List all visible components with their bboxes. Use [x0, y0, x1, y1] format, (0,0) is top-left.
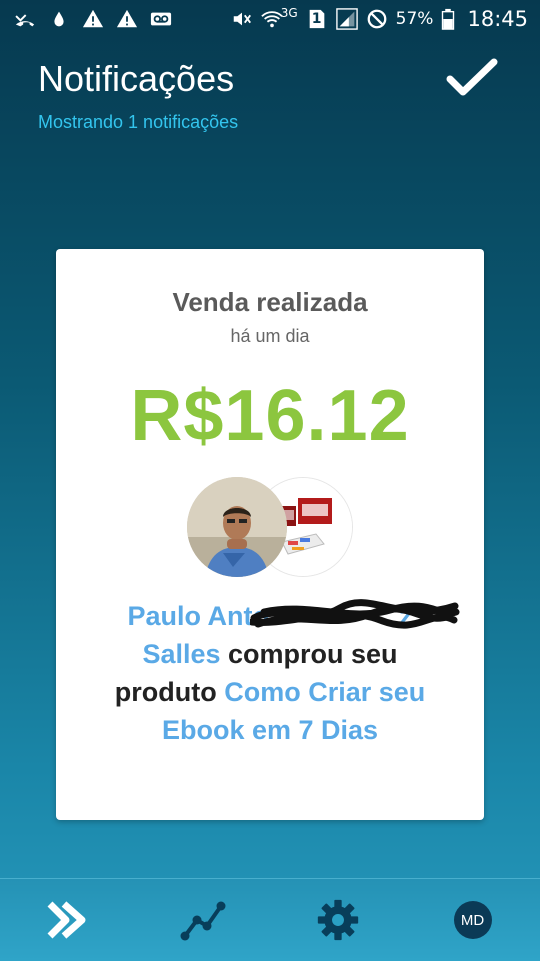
profile-avatar: MD	[453, 901, 492, 939]
notification-card[interactable]: Venda realizada há um dia R$16.12 Paulo …	[56, 249, 484, 820]
chart-icon	[180, 901, 225, 941]
buyer-avatar	[187, 477, 287, 577]
bottom-nav: MD	[0, 878, 540, 961]
sales-icon	[47, 901, 85, 939]
warning-icon	[82, 8, 104, 30]
missed-call-icon	[14, 8, 36, 30]
gear-icon	[317, 899, 358, 941]
check-icon	[446, 58, 498, 96]
status-bar-right: 3G 1 57% 18:45	[231, 6, 528, 31]
wifi-icon	[261, 8, 283, 30]
sim-number: 1	[311, 11, 322, 27]
nav-stats[interactable]	[163, 890, 243, 950]
drop-icon	[48, 8, 70, 30]
status-bar-left	[14, 8, 172, 30]
mute-icon	[231, 8, 253, 30]
clock: 18:45	[467, 7, 528, 31]
page-title: Notificações	[38, 58, 235, 99]
notification-count: Mostrando 1 notificações	[38, 112, 239, 132]
notification-time: há um dia	[230, 326, 310, 346]
voicemail-icon	[150, 8, 172, 30]
signal-icon	[335, 8, 358, 30]
nav-sales[interactable]	[28, 890, 108, 950]
battery-icon	[441, 8, 455, 30]
network-type: 3G	[280, 6, 298, 20]
sim-icon: 1	[306, 8, 328, 30]
nav-profile[interactable]: MD	[433, 890, 513, 950]
do-not-disturb-icon	[366, 8, 388, 30]
avatars	[56, 477, 484, 581]
sale-amount: R$16.12	[130, 376, 410, 456]
buyer-name-link[interactable]: Paulo Anto	[128, 601, 270, 631]
nav-settings[interactable]	[298, 890, 378, 950]
status-bar: 3G 1 57% 18:45	[0, 0, 540, 38]
confirm-button[interactable]	[444, 56, 500, 100]
notification-title: Venda realizada	[172, 287, 368, 317]
redaction-scribble	[250, 599, 460, 629]
battery-percent: 57%	[395, 9, 434, 29]
warning-icon	[116, 8, 138, 30]
